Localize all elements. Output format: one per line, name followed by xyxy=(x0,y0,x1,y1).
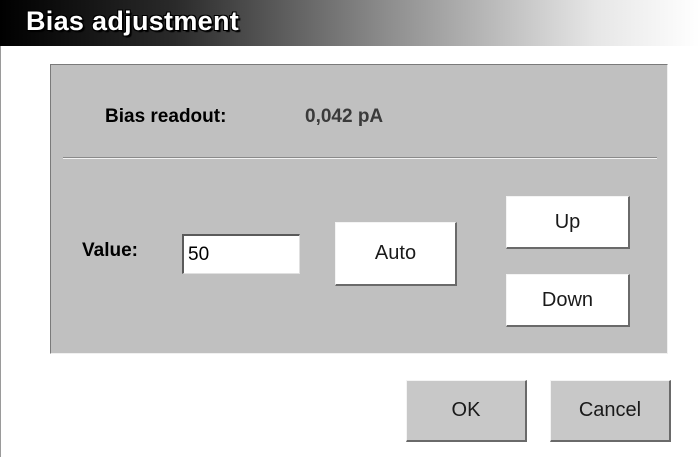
down-button[interactable]: Down xyxy=(506,274,630,327)
value-label: Value: xyxy=(82,240,138,261)
panel-separator xyxy=(63,157,657,159)
ok-button[interactable]: OK xyxy=(406,380,527,442)
dialog-title: Bias adjustment xyxy=(26,6,240,36)
auto-button[interactable]: Auto xyxy=(335,222,457,286)
cancel-button[interactable]: Cancel xyxy=(550,380,671,442)
bias-adjustment-dialog: Bias adjustment Bias readout: 0,042 pA V… xyxy=(0,0,700,457)
value-input[interactable] xyxy=(182,234,300,274)
window-left-border xyxy=(0,46,1,457)
bias-settings-panel: Bias readout: 0,042 pA Value: Auto Up Do… xyxy=(50,64,668,354)
bias-readout-label: Bias readout: xyxy=(105,106,227,127)
bias-readout-value: 0,042 pA xyxy=(305,106,384,127)
up-button[interactable]: Up xyxy=(506,196,630,249)
title-bar[interactable]: Bias adjustment xyxy=(0,0,700,46)
